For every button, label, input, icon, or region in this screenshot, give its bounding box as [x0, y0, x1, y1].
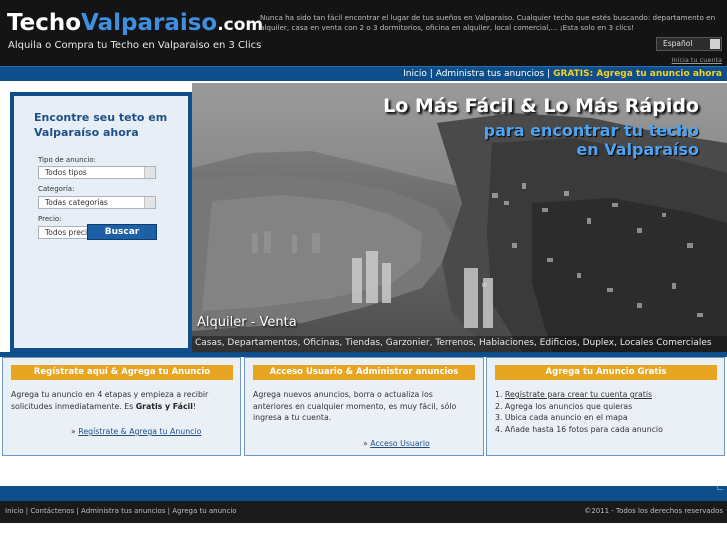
free-step-1-number: 1.: [495, 390, 505, 399]
register-text-emphasis: Gratis y Fácil: [135, 401, 193, 411]
hero-subheading-1: para encontrar tu techo: [483, 121, 699, 140]
logo-text-valparaiso: Valparaiso: [81, 10, 218, 36]
free-box: Agrega tu Anuncio Gratis 1. Regístrate p…: [486, 357, 725, 456]
register-text-line2a: solicitudes inmediatamente. Es: [11, 401, 136, 411]
search-title: Encontre seu teto em Valparaíso ahora: [34, 111, 168, 139]
access-box: Acceso Usuario & Administrar anuncios Ag…: [244, 357, 484, 456]
language-select[interactable]: Español: [656, 37, 722, 51]
access-text-line3: ingresa a tu cuenta.: [253, 413, 332, 422]
logo-text-com: .com: [217, 15, 264, 35]
intro-text: Nunca ha sido tan fácil encontrar el lug…: [260, 13, 716, 32]
nav-home-link[interactable]: Inicio: [403, 69, 427, 79]
free-step-4: 4. Añade hasta 16 fotos para cada anunci…: [495, 424, 663, 434]
hero-modes: Alquiler - Venta: [197, 315, 297, 330]
hero-categories: Casas, Departamentos, Oficinas, Tiendas,…: [192, 336, 727, 352]
category-select-value: Todas categorías: [45, 198, 108, 207]
nav-manage-link[interactable]: Administra tus anuncios: [436, 69, 545, 79]
site-footer: Inicio | Contáctenos | Administra tus an…: [0, 501, 727, 523]
chevron-down-icon: [144, 167, 155, 178]
language-value: Español: [663, 39, 693, 48]
register-text-line2c: !: [192, 401, 197, 411]
access-box-title: Acceso Usuario & Administrar anuncios: [253, 365, 475, 380]
copyright-text: ©2011 - Todos los derechos reservados: [584, 507, 723, 515]
register-text-line2: solicitudes inmediatamente. Es Gratis y …: [11, 401, 236, 413]
access-text-line2: anteriores en cualquier momento, es muy …: [253, 401, 457, 411]
nav-separator: |: [429, 69, 433, 79]
price-select-value: Todos precio: [45, 228, 92, 237]
access-text-line1: Agrega nuevos anuncios, borra o actualiz…: [253, 390, 433, 399]
search-panel: Encontre seu teto em Valparaíso ahora Ti…: [10, 92, 192, 352]
type-label: Tipo de anuncio:: [38, 156, 96, 164]
type-select-value: Todos tipos: [45, 168, 87, 177]
access-box-text: Agrega nuevos anuncios, borra o actualiz…: [253, 389, 479, 424]
footer-band: [0, 486, 727, 501]
access-link-row: » Acceso Usuario: [363, 439, 430, 448]
free-step-2: 2. Agrega los anuncios que quieras: [495, 401, 633, 411]
top-nav-bar: Inicio | Administra tus anuncios | GRATI…: [0, 66, 727, 81]
category-select[interactable]: Todas categorías: [38, 196, 156, 209]
search-form: Encontre seu teto em Valparaíso ahora Ti…: [14, 96, 188, 348]
login-link[interactable]: Inicia tu cuenta: [672, 56, 722, 64]
footer-links[interactable]: Inicio | Contáctenos | Administra tus an…: [5, 507, 237, 515]
logo-text-techo: Techo: [7, 10, 82, 36]
nav-gratis-link[interactable]: GRATIS: Agrega tu anuncio ahora: [553, 69, 722, 79]
register-box-title: Regístrate aquí & Agrega tu Anuncio: [11, 365, 233, 380]
chevron-down-icon: [710, 39, 720, 49]
free-step-3: 3. Ubica cada anuncio en el mapa: [495, 413, 628, 422]
chevron-down-icon: [144, 197, 155, 208]
free-box-title: Agrega tu Anuncio Gratis: [495, 365, 717, 380]
site-tagline: Alquila o Compra tu Techo en Valparaiso …: [8, 40, 262, 51]
site-header: TechoValparaiso.com Alquila o Compra tu …: [0, 0, 727, 66]
register-text-line1: Agrega tu anuncio en 4 etapas y empieza …: [11, 390, 209, 399]
register-link-row: » Regístrate & Agrega tu Anuncio: [71, 427, 201, 436]
register-box-text: Agrega tu anuncio en 4 etapas y empieza …: [11, 389, 236, 412]
hero-subheading-2: en Valparaíso: [576, 140, 699, 159]
top-nav: Inicio | Administra tus anuncios | GRATI…: [403, 69, 722, 79]
access-link[interactable]: Acceso Usuario: [370, 439, 430, 448]
hero-banner: Lo Más Fácil & Lo Más Rápido para encont…: [192, 83, 727, 352]
category-label: Categoría:: [38, 185, 75, 193]
hero-heading: Lo Más Fácil & Lo Más Rápido: [383, 95, 699, 117]
register-box: Regístrate aquí & Agrega tu Anuncio Agre…: [2, 357, 241, 456]
free-box-steps: 1. Regístrate para crear tu cuenta grati…: [495, 389, 720, 435]
type-select[interactable]: Todos tipos: [38, 166, 156, 179]
corner-decoration: [717, 486, 723, 490]
price-label: Precio:: [38, 215, 62, 223]
register-link[interactable]: Regístrate & Agrega tu Anuncio: [78, 427, 201, 436]
free-step-1-link[interactable]: Regístrate para crear tu cuenta gratis: [505, 390, 652, 399]
site-logo[interactable]: TechoValparaiso.com: [7, 10, 263, 40]
free-step-1: 1. Regístrate para crear tu cuenta grati…: [495, 389, 720, 401]
search-button[interactable]: Buscar: [87, 224, 157, 240]
nav-separator: |: [547, 69, 551, 79]
